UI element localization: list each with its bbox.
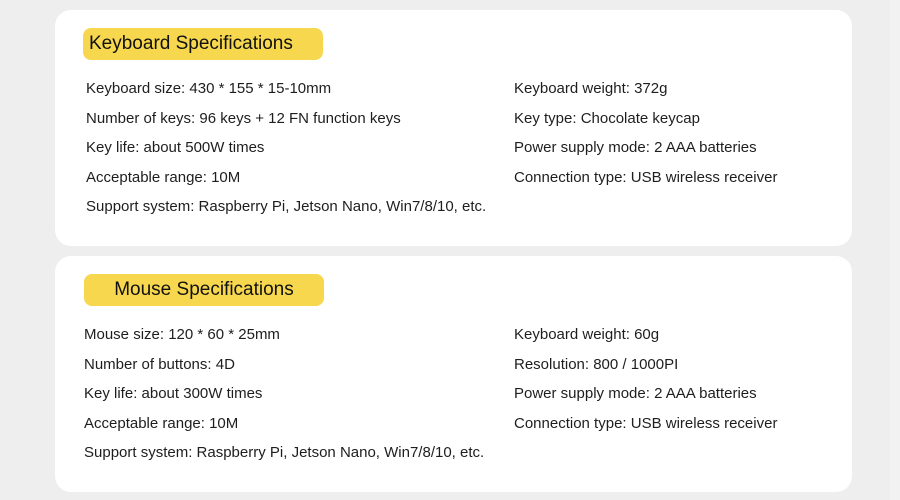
keyboard-connection-spec: Connection type: USB wireless receiver (514, 169, 778, 186)
edge-strip (890, 0, 900, 500)
keyboard-keys-spec: Number of keys: 96 keys + 12 FN function… (86, 110, 401, 127)
mouse-specifications-card: Mouse Specifications Mouse size: 120 * 6… (55, 256, 852, 492)
mouse-key-life-spec: Key life: about 300W times (84, 385, 263, 402)
keyboard-range-spec: Acceptable range: 10M (86, 169, 241, 186)
keyboard-support-system-spec: Support system: Raspberry Pi, Jetson Nan… (86, 198, 487, 215)
mouse-size-spec: Mouse size: 120 * 60 * 25mm (84, 326, 280, 343)
mouse-support-system-spec: Support system: Raspberry Pi, Jetson Nan… (84, 444, 485, 461)
mouse-weight-spec: Keyboard weight: 60g (514, 326, 660, 343)
keyboard-key-type-spec: Key type: Chocolate keycap (514, 110, 700, 127)
mouse-specifications-title: Mouse Specifications (84, 274, 324, 306)
mouse-power-supply-spec: Power supply mode: 2 AAA batteries (514, 385, 757, 402)
keyboard-power-supply-spec: Power supply mode: 2 AAA batteries (514, 139, 757, 156)
mouse-buttons-spec: Number of buttons: 4D (84, 356, 235, 373)
keyboard-key-life-spec: Key life: about 500W times (86, 139, 265, 156)
mouse-resolution-spec: Resolution: 800 / 1000PI (514, 356, 679, 373)
mouse-range-spec: Acceptable range: 10M (84, 415, 239, 432)
keyboard-specifications-title: Keyboard Specifications (83, 28, 323, 60)
keyboard-weight-spec: Keyboard weight: 372g (514, 80, 668, 97)
keyboard-size-spec: Keyboard size: 430 * 155 * 15-10mm (86, 80, 332, 97)
mouse-connection-spec: Connection type: USB wireless receiver (514, 415, 778, 432)
keyboard-specifications-card: Keyboard Specifications Keyboard size: 4… (55, 10, 852, 246)
